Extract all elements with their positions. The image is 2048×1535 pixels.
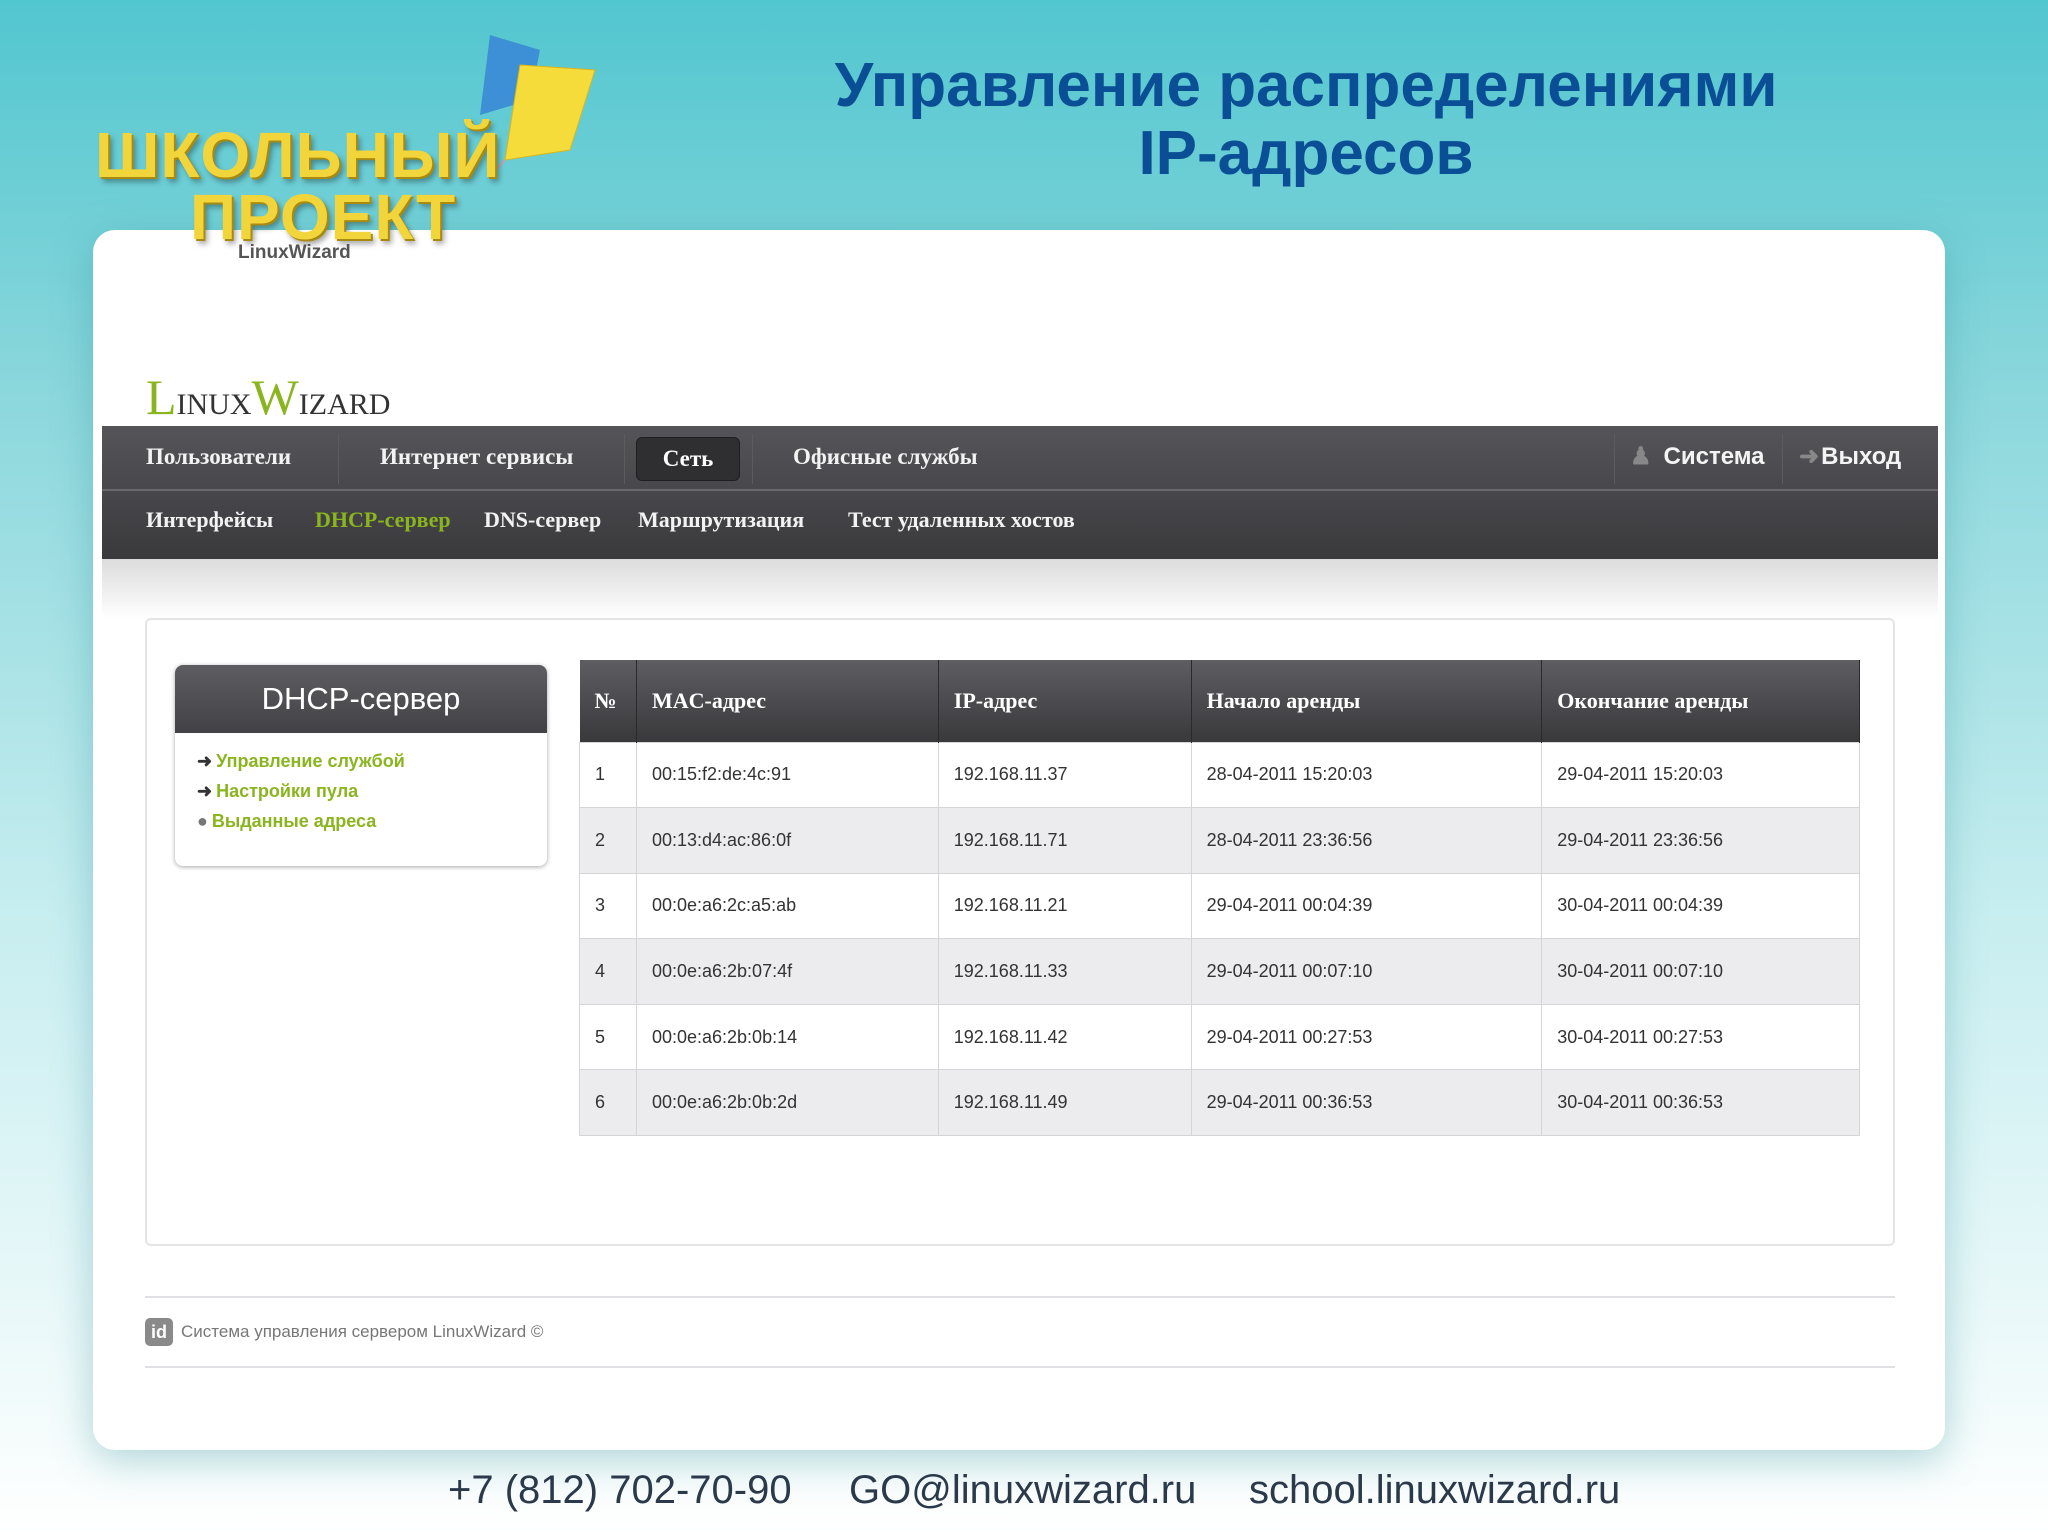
nav-logout[interactable]: ➜Выход	[1799, 442, 1901, 471]
nav-top-row: Пользователи Интернет сервисы Сеть Офисн…	[102, 426, 1938, 491]
divider	[1782, 434, 1783, 484]
arrow-right-icon: ➜	[197, 781, 213, 801]
col-lease-end[interactable]: Окончание аренды	[1541, 660, 1860, 742]
footer-divider	[145, 1366, 1895, 1368]
footer-divider	[145, 1296, 1895, 1298]
mac-address: 00:0e:a6:2c:a5:ab	[635, 872, 939, 940]
row-number: 6	[579, 1069, 637, 1137]
lease-end: 29-04-2011 15:20:03	[1541, 741, 1860, 809]
contact-phone: +7 (812) 702-70-90	[448, 1468, 792, 1512]
lease-start: 29-04-2011 00:27:53	[1190, 1003, 1543, 1071]
logo-w: W	[251, 369, 299, 425]
lease-end: 30-04-2011 00:36:53	[1541, 1069, 1860, 1137]
footer: id Система управления сервером LinuxWiza…	[145, 1318, 543, 1346]
leases-table: № MAC-адрес IP-адрес Начало аренды Оконч…	[579, 660, 1860, 1137]
sidebar-link-service-management[interactable]: ➜ Управление службой	[197, 751, 405, 772]
lease-end: 30-04-2011 00:07:10	[1541, 938, 1860, 1005]
table-row[interactable]: 4 00:0e:a6:2b:07:4f 192.168.11.33 29-04-201…	[579, 938, 1860, 1005]
arrow-right-icon: ➜	[197, 751, 213, 771]
table-row[interactable]: 3 00:0e:a6:2c:a5:ab 192.168.11.21 29-04-201…	[579, 872, 1860, 940]
subnav-dns-server[interactable]: DNS-сервер	[484, 507, 601, 533]
lease-start: 29-04-2011 00:36:53	[1190, 1069, 1543, 1137]
mac-address: 00:0e:a6:2b:07:4f	[635, 938, 939, 1005]
contact-website[interactable]: school.linuxwizard.ru	[1249, 1468, 1620, 1513]
nav-internet-services[interactable]: Интернет сервисы	[380, 444, 573, 470]
sidebar-link-pool-settings[interactable]: ➜ Настройки пула	[197, 781, 358, 802]
lease-end: 29-04-2011 23:36:56	[1541, 807, 1860, 874]
row-number: 3	[579, 872, 637, 940]
lease-start: 29-04-2011 00:07:10	[1190, 938, 1543, 1005]
id-logo-icon: id	[145, 1318, 173, 1346]
divider	[1614, 434, 1615, 484]
subnav-routing[interactable]: Маршрутизация	[638, 507, 804, 533]
sidebar-title: DHCP-сервер	[175, 665, 547, 733]
col-number[interactable]: №	[579, 660, 637, 742]
subnav-remote-host-test[interactable]: Тест удаленных хостов	[848, 507, 1075, 533]
footer-text: Система управления сервером LinuxWizard …	[181, 1322, 544, 1341]
logo-l: L	[146, 369, 177, 425]
col-lease-start[interactable]: Начало аренды	[1191, 660, 1543, 742]
contact-email[interactable]: GO@linuxwizard.ru	[849, 1468, 1196, 1513]
ip-address: 192.168.11.42	[937, 1003, 1192, 1071]
mac-address: 00:0e:a6:2b:0b:14	[635, 1003, 939, 1071]
school-project-logo: ШКОЛЬНЫЙ ПРОЕКТ LinuxWizard	[90, 30, 610, 320]
logo-izard: IZARD	[298, 388, 391, 421]
lease-start: 28-04-2011 15:20:03	[1190, 741, 1543, 809]
divider	[338, 434, 339, 484]
link-label: Управление службой	[216, 751, 405, 771]
main-navigation: Пользователи Интернет сервисы Сеть Офисн…	[102, 426, 1938, 559]
table-row[interactable]: 6 00:0e:a6:2b:0b:2d 192.168.11.49 29-04-201…	[579, 1069, 1860, 1137]
table-row[interactable]: 1 00:15:f2:de:4c:91 192.168.11.37 28-04-201…	[579, 741, 1860, 809]
divider	[752, 434, 753, 484]
row-number: 4	[579, 938, 637, 1005]
nav-shadow-band	[102, 559, 1938, 619]
row-number: 1	[579, 741, 637, 809]
bullet-icon: ●	[197, 811, 208, 831]
system-label: Система	[1663, 443, 1765, 470]
lease-end: 30-04-2011 00:27:53	[1541, 1003, 1860, 1071]
row-number: 2	[579, 807, 637, 874]
ip-address: 192.168.11.33	[937, 938, 1192, 1005]
lease-start: 29-04-2011 00:04:39	[1190, 872, 1543, 940]
ip-address: 192.168.11.21	[937, 872, 1192, 940]
divider	[624, 434, 625, 484]
mac-address: 00:0e:a6:2b:0b:2d	[635, 1069, 939, 1137]
ip-address: 192.168.11.37	[937, 741, 1192, 809]
link-label: Настройки пула	[216, 781, 359, 801]
nav-users[interactable]: Пользователи	[146, 444, 291, 470]
subnav-dhcp-server[interactable]: DHCP-сервер	[315, 507, 451, 533]
title-line-2: IP-адресов	[1138, 119, 1474, 188]
row-number: 5	[579, 1003, 637, 1071]
col-mac[interactable]: MAC-адрес	[636, 660, 939, 742]
nav-network[interactable]: Сеть	[636, 437, 740, 481]
table-row[interactable]: 2 00:13:d4:ac:86:0f 192.168.11.71 28-04-201…	[579, 807, 1860, 874]
slide-title: Управление распределениями IP-адресов	[700, 52, 1912, 188]
logout-label: Выход	[1821, 443, 1902, 470]
logo-sub: LinuxWizard	[238, 242, 351, 263]
table-row[interactable]: 5 00:0e:a6:2b:0b:14 192.168.11.42 29-04-201…	[579, 1003, 1860, 1071]
lease-end: 30-04-2011 00:04:39	[1541, 872, 1860, 940]
col-ip[interactable]: IP-адрес	[938, 660, 1192, 742]
nav-office-services[interactable]: Офисные службы	[793, 444, 978, 470]
sidebar-panel: DHCP-сервер ➜ Управление службой ➜ Настрой…	[175, 665, 547, 866]
title-line-1: Управление распределениями	[834, 51, 1778, 120]
subnav-interfaces[interactable]: Интерфейсы	[146, 507, 273, 533]
ip-address: 192.168.11.49	[937, 1069, 1192, 1137]
lease-start: 28-04-2011 23:36:56	[1190, 807, 1543, 874]
ip-address: 192.168.11.71	[937, 807, 1192, 874]
nav-system[interactable]: ♟ Система	[1630, 442, 1765, 471]
table-header: № MAC-адрес IP-адрес Начало аренды Оконч…	[579, 660, 1860, 742]
mac-address: 00:13:d4:ac:86:0f	[635, 807, 939, 874]
sidebar-link-issued-addresses[interactable]: ● Выданные адреса	[197, 811, 376, 832]
mac-address: 00:15:f2:de:4c:91	[635, 741, 939, 809]
user-icon: ♟	[1630, 443, 1652, 470]
logo-inux: INUX	[176, 388, 252, 421]
link-label: Выданные адреса	[211, 811, 377, 831]
arrow-right-icon: ➜	[1799, 443, 1820, 470]
linuxwizard-logo[interactable]: LINUXWIZARD	[146, 368, 390, 426]
